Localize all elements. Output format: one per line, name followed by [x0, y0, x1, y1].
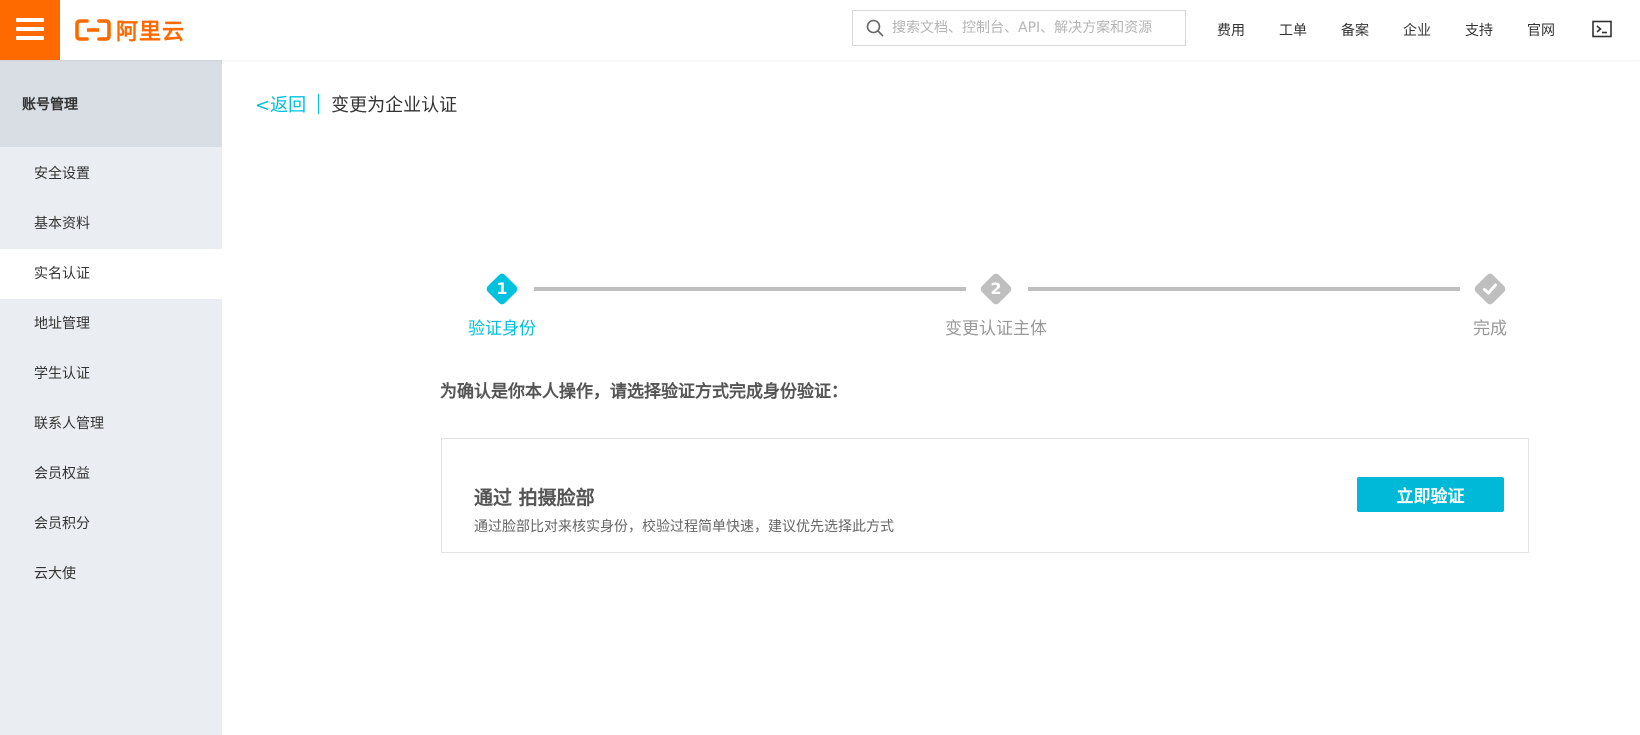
step-2-label: 变更认证主体 — [945, 319, 1047, 339]
sidebar-item-contacts[interactable]: 联系人管理 — [0, 399, 222, 449]
top-bar: 阿里云 费用 工单 备案 企业 支持 官网 — [0, 0, 1640, 60]
step-2-number: 2 — [990, 279, 1002, 298]
sidebar: 账号管理 安全设置 基本资料 实名认证 地址管理 学生认证 联系人管理 会员权益… — [0, 60, 222, 735]
method-title: 通过 拍摄脸部 — [474, 487, 595, 509]
aliyun-logo[interactable]: 阿里云 — [75, 15, 185, 45]
progress-steps: 1 2 验证身份 变更认证主体 完成 — [440, 265, 1520, 345]
search-icon — [866, 19, 884, 37]
step-2-marker: 2 — [978, 271, 1014, 307]
nav-icp-filing[interactable]: 备案 — [1324, 20, 1386, 40]
step-1-label: 验证身份 — [468, 319, 536, 339]
method-description: 通过脸部比对来核实身份，校验过程简单快速，建议优先选择此方式 — [474, 519, 894, 535]
step-connector-2 — [1028, 287, 1460, 291]
back-link[interactable]: <返回 — [255, 91, 306, 117]
terminal-icon[interactable] — [1592, 20, 1612, 42]
search-box[interactable] — [852, 10, 1186, 46]
nav-tickets[interactable]: 工单 — [1262, 20, 1324, 40]
aliyun-logo-icon — [75, 19, 111, 41]
check-icon — [1483, 283, 1497, 295]
sidebar-title: 账号管理 — [0, 60, 222, 147]
step-connector-1 — [534, 287, 966, 291]
step-3-marker — [1472, 271, 1508, 307]
nav-fees[interactable]: 费用 — [1200, 20, 1262, 40]
step-3-label: 完成 — [1473, 319, 1507, 339]
step-1-marker: 1 — [484, 271, 520, 307]
nav-enterprise[interactable]: 企业 — [1386, 20, 1448, 40]
step-1-number: 1 — [496, 279, 508, 298]
hamburger-icon[interactable] — [0, 0, 60, 60]
sidebar-item-basic-info[interactable]: 基本资料 — [0, 199, 222, 249]
sidebar-item-cloud-ambassador[interactable]: 云大使 — [0, 549, 222, 599]
sidebar-item-member-benefits[interactable]: 会员权益 — [0, 449, 222, 499]
logo-text: 阿里云 — [116, 20, 186, 45]
breadcrumb: <返回 变更为企业认证 — [255, 90, 457, 118]
verification-prompt: 为确认是你本人操作，请选择验证方式完成身份验证： — [440, 382, 848, 402]
nav-official-site[interactable]: 官网 — [1510, 20, 1572, 40]
sidebar-item-student-auth[interactable]: 学生认证 — [0, 349, 222, 399]
sidebar-item-security-settings[interactable]: 安全设置 — [0, 149, 222, 199]
breadcrumb-divider — [318, 94, 320, 114]
sidebar-menu: 安全设置 基本资料 实名认证 地址管理 学生认证 联系人管理 会员权益 会员积分… — [0, 147, 222, 599]
search-input[interactable] — [892, 20, 1177, 36]
face-verification-option: 通过 拍摄脸部 通过脸部比对来核实身份，校验过程简单快速，建议优先选择此方式 立… — [441, 438, 1529, 553]
sidebar-item-real-name-auth[interactable]: 实名认证 — [0, 249, 222, 299]
sidebar-item-member-points[interactable]: 会员积分 — [0, 499, 222, 549]
nav-support[interactable]: 支持 — [1448, 20, 1510, 40]
top-nav: 费用 工单 备案 企业 支持 官网 — [1200, 0, 1572, 60]
verify-now-button[interactable]: 立即验证 — [1357, 477, 1504, 512]
page-title: 变更为企业认证 — [331, 95, 458, 116]
sidebar-item-address-management[interactable]: 地址管理 — [0, 299, 222, 349]
